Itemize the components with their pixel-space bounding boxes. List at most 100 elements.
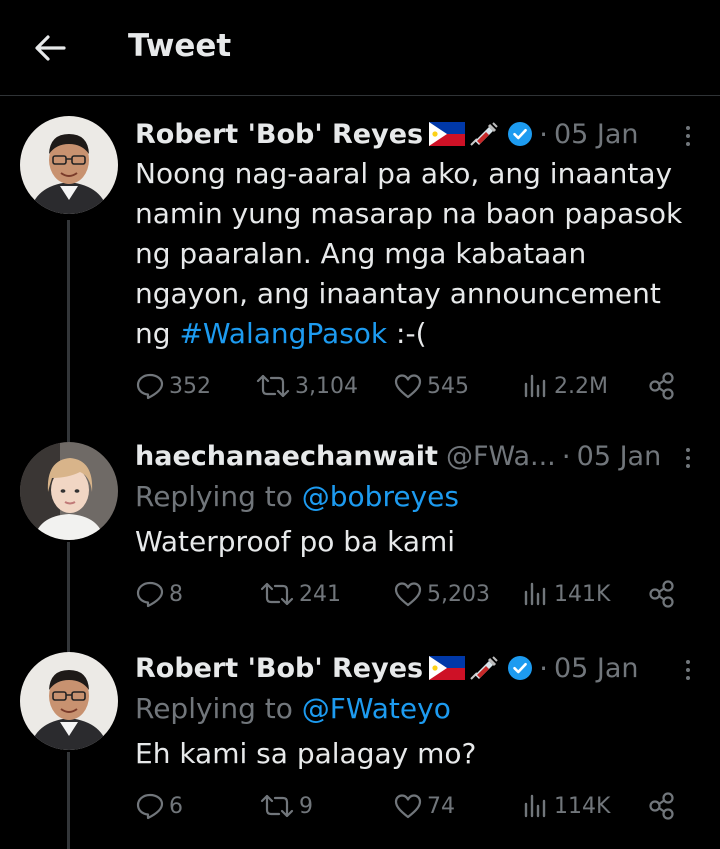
like-count: 74 — [427, 793, 455, 819]
more-button[interactable] — [676, 118, 700, 154]
thread-line — [67, 752, 70, 849]
reply-icon — [136, 793, 164, 820]
verified-badge — [507, 655, 533, 681]
avatar[interactable] — [20, 442, 118, 540]
views-button[interactable]: 141K — [520, 574, 610, 614]
separator-dot: · — [539, 651, 548, 685]
tweet-header: Robert 'Bob' Reyes · 05 Jan — [135, 650, 639, 686]
reply-button[interactable]: 8 — [135, 574, 183, 614]
retweet-count: 9 — [299, 793, 313, 819]
tweet-header: haechanaechanwait @FWa... · 05 Jan — [135, 438, 661, 474]
share-button[interactable] — [647, 574, 677, 614]
thread-line — [67, 426, 70, 442]
more-button[interactable] — [676, 652, 700, 688]
retweet-count: 3,104 — [295, 373, 358, 399]
separator-dot: · — [539, 117, 548, 151]
views-icon — [524, 794, 546, 818]
syringe-icon — [470, 656, 498, 680]
tweet-text: Waterproof po ba kami — [135, 525, 456, 558]
separator-dot: · — [561, 439, 571, 473]
back-arrow-icon — [35, 35, 66, 61]
more-icon — [686, 448, 690, 452]
replying-to: Replying to @FWateyo — [135, 692, 451, 725]
like-icon — [394, 794, 422, 819]
like-icon — [394, 374, 422, 399]
reply-count: 8 — [169, 581, 183, 607]
page-title: Tweet — [128, 28, 232, 64]
reply-count: 6 — [169, 793, 183, 819]
top-bar: Tweet — [0, 0, 720, 96]
hashtag-link[interactable]: #WalangPasok — [179, 317, 387, 350]
tweet-date[interactable]: 05 Jan — [577, 441, 662, 472]
tweet-text-tail: :-( — [387, 317, 427, 350]
tweet-date[interactable]: 05 Jan — [554, 653, 639, 684]
share-button[interactable] — [647, 786, 677, 826]
reply-icon — [136, 581, 164, 608]
like-count: 5,203 — [427, 581, 490, 607]
like-icon — [394, 582, 422, 607]
avatar[interactable] — [20, 116, 118, 214]
thread-line — [67, 220, 70, 426]
thread-line — [67, 640, 70, 652]
like-button[interactable]: 545 — [393, 366, 469, 406]
author-name[interactable]: Robert 'Bob' Reyes — [135, 119, 423, 150]
more-button[interactable] — [676, 440, 700, 476]
reply-button[interactable]: 352 — [135, 366, 211, 406]
retweet-icon — [256, 374, 290, 398]
retweet-count: 241 — [299, 581, 341, 607]
replying-prefix: Replying to — [135, 480, 302, 513]
like-button[interactable]: 5,203 — [393, 574, 490, 614]
philippines-flag-icon — [429, 656, 466, 680]
author-name[interactable]: haechanaechanwait — [135, 441, 438, 472]
author-handle[interactable]: @FWa... — [446, 441, 556, 472]
tweet-actions: 6 9 74 114K — [135, 786, 695, 826]
reply-count: 352 — [169, 373, 211, 399]
views-button[interactable]: 2.2M — [520, 366, 608, 406]
retweet-button[interactable]: 241 — [259, 574, 341, 614]
syringe-icon — [470, 122, 498, 146]
tweet-date[interactable]: 05 Jan — [554, 119, 639, 150]
name-emojis — [429, 653, 499, 683]
views-icon — [524, 582, 546, 606]
more-icon — [686, 660, 690, 664]
more-icon — [686, 126, 690, 130]
name-emojis — [429, 119, 499, 149]
thread-line — [67, 542, 70, 640]
views-count: 2.2M — [554, 373, 608, 399]
back-button[interactable] — [30, 30, 70, 66]
mention-link[interactable]: @bobreyes — [302, 480, 459, 513]
share-icon — [649, 372, 674, 400]
reply-button[interactable]: 6 — [135, 786, 183, 826]
retweet-icon — [260, 794, 294, 818]
reply-icon — [136, 373, 164, 400]
like-button[interactable]: 74 — [393, 786, 455, 826]
tweet-header: Robert 'Bob' Reyes · 05 Jan — [135, 116, 639, 152]
verified-badge-icon — [508, 122, 533, 146]
retweet-icon — [260, 582, 294, 606]
tweet-text: Eh kami sa palagay mo? — [135, 737, 477, 770]
philippines-flag-icon — [429, 122, 466, 146]
tweet-reply-2[interactable]: Robert 'Bob' Reyes · 05 Jan Replying to … — [0, 640, 720, 849]
like-count: 545 — [427, 373, 469, 399]
share-icon — [649, 792, 674, 820]
views-count: 141K — [554, 581, 611, 607]
tweet-main[interactable]: Robert 'Bob' Reyes · 05 Jan Noong nag-aa… — [0, 96, 720, 426]
retweet-button[interactable]: 3,104 — [255, 366, 358, 406]
author-name[interactable]: Robert 'Bob' Reyes — [135, 653, 423, 684]
verified-badge-icon — [508, 656, 533, 680]
verified-badge — [507, 121, 533, 147]
retweet-button[interactable]: 9 — [259, 786, 313, 826]
tweet-text: Noong nag-aaral pa ako, ang inaantay nam… — [135, 154, 700, 354]
avatar[interactable] — [20, 652, 118, 750]
tweet-reply-1[interactable]: haechanaechanwait @FWa... · 05 Jan Reply… — [0, 426, 720, 640]
tweet-actions: 8 241 5,203 141K — [135, 574, 695, 614]
mention-link[interactable]: @FWateyo — [302, 692, 451, 725]
views-icon — [524, 374, 546, 398]
views-count: 114K — [554, 793, 611, 819]
replying-prefix: Replying to — [135, 692, 302, 725]
replying-to: Replying to @bobreyes — [135, 480, 459, 513]
share-button[interactable] — [647, 366, 677, 406]
views-button[interactable]: 114K — [520, 786, 610, 826]
tweet-actions: 352 3,104 545 2.2M — [135, 366, 695, 406]
share-icon — [649, 580, 674, 608]
